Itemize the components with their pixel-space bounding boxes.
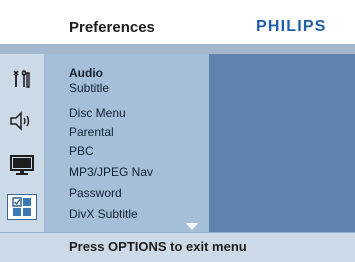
menu-item-audio[interactable]: Audio [69,66,103,80]
menu-item-disc-menu[interactable]: Disc Menu [69,106,126,120]
scroll-down-arrow-icon[interactable] [186,223,198,230]
preferences-icon[interactable] [7,194,37,220]
option-value-panel [209,54,355,232]
header-divider-band [0,44,355,54]
general-setup-icon[interactable] [7,66,37,92]
menu-item-subtitle[interactable]: Subtitle [69,81,109,95]
page-title: Preferences [69,19,155,36]
video-setup-icon[interactable] [7,152,37,178]
setup-category-sidebar [0,54,45,232]
menu-item-password[interactable]: Password [69,186,122,200]
menu-item-parental[interactable]: Parental [69,125,114,139]
footer-hint: Press OPTIONS to exit menu [69,239,247,254]
menu-item-divx-subtitle[interactable]: DivX Subtitle [69,207,138,221]
menu-item-mp3-jpeg-nav[interactable]: MP3/JPEG Nav [69,165,153,179]
menu-item-pbc[interactable]: PBC [69,144,94,158]
audio-setup-icon[interactable] [7,108,37,134]
osd-screen: Preferences PHILIPS Audio Subtitle Disc … [0,0,355,262]
brand-logo: PHILIPS [256,18,327,35]
